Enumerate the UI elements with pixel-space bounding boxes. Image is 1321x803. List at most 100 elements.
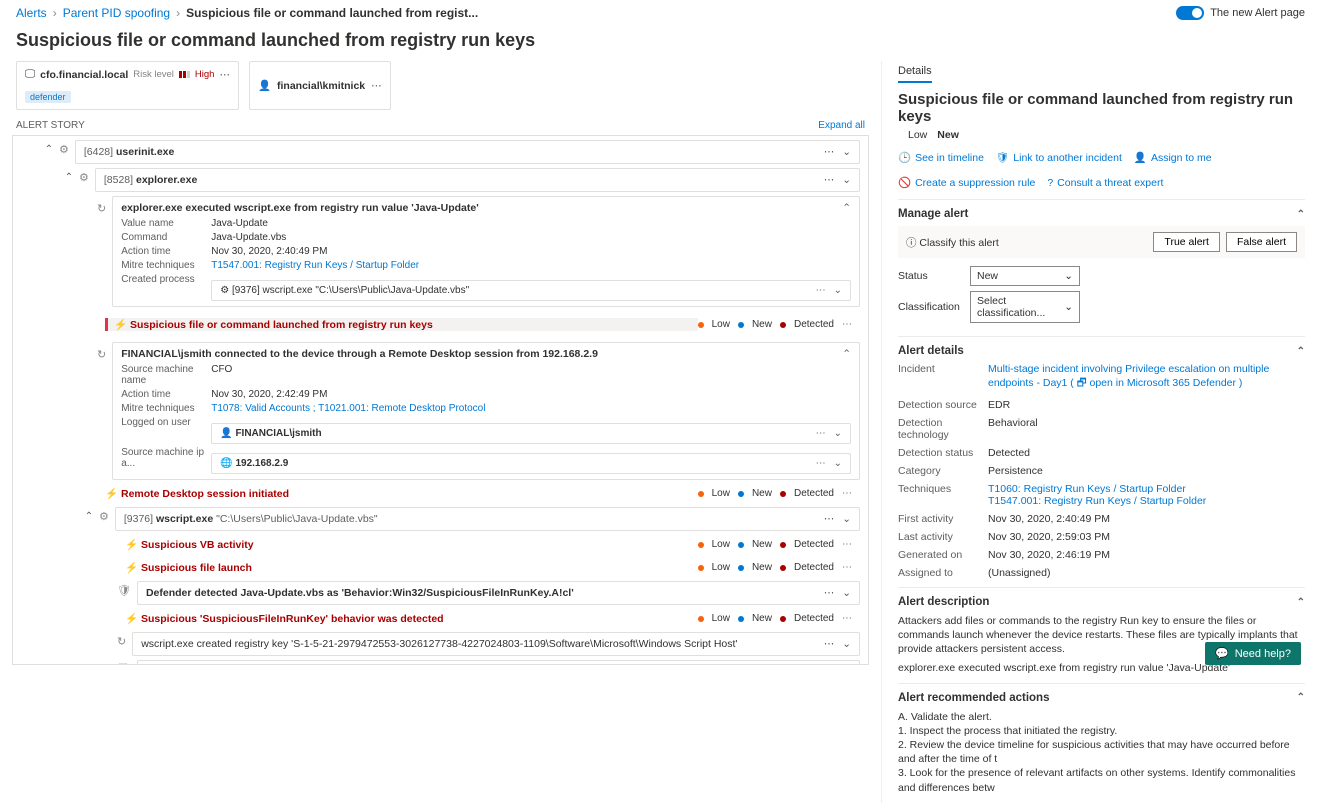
chevron-down-icon[interactable]: ⌄: [842, 513, 851, 525]
true-alert-button[interactable]: True alert: [1153, 232, 1220, 252]
more-icon[interactable]: ⋯: [824, 146, 835, 158]
more-icon[interactable]: ⋯: [219, 69, 230, 81]
chevron-up-icon[interactable]: ⌃: [1297, 346, 1305, 357]
more-icon[interactable]: ⋯: [816, 285, 826, 296]
kv-key: Command: [121, 232, 211, 243]
kv-key: Mitre techniques: [121, 403, 211, 414]
chevron-up-icon[interactable]: ⌃: [1297, 692, 1305, 703]
breadcrumb: Alerts › Parent PID spoofing › Suspiciou…: [16, 6, 478, 20]
see-in-timeline-action[interactable]: 🕒 See in timeline: [898, 151, 984, 164]
device-tag: defender: [25, 91, 71, 103]
process-node-explorer[interactable]: [8528] explorer.exe ⋯⌄: [95, 168, 860, 192]
suppression-rule-action[interactable]: 🚫 Create a suppression rule: [898, 176, 1035, 189]
more-icon[interactable]: ⋯: [816, 428, 826, 439]
section-header-details: Alert details: [898, 345, 964, 357]
kv-key: Created process: [121, 274, 211, 301]
created-process-box[interactable]: ⚙ [9376] wscript.exe "C:\Users\Public\Ja…: [211, 280, 851, 301]
chevron-up-icon[interactable]: ⌃: [63, 171, 75, 183]
kv-value: Java-Update.vbs: [211, 232, 851, 243]
rec-line: A. Validate the alert.: [898, 710, 1305, 724]
chevron-up-icon[interactable]: ⌃: [43, 143, 55, 155]
more-icon[interactable]: ⋯: [842, 488, 852, 499]
page-title: Suspicious file or command launched from…: [0, 22, 1321, 61]
more-icon[interactable]: ⋯: [824, 587, 835, 599]
event-explorer-executed[interactable]: explorer.exe executed wscript.exe from r…: [112, 196, 860, 307]
alert-row-selected[interactable]: ⚡ Suspicious file or command launched fr…: [97, 311, 860, 338]
kv-key: Mitre techniques: [121, 260, 211, 271]
classification-select[interactable]: Select classification...⌄: [970, 291, 1080, 323]
process-pid: [6428]: [84, 146, 113, 158]
chevron-down-icon[interactable]: ⌄: [834, 458, 842, 469]
alert-title: Suspicious file or command launched from…: [130, 319, 433, 331]
detected-label: Detected: [794, 319, 834, 330]
tab-details[interactable]: Details: [898, 61, 932, 83]
chevron-down-icon[interactable]: ⌄: [842, 146, 851, 158]
event-icon: ↻: [97, 202, 106, 215]
device-card[interactable]: 🖵 cfo.financial.local Risk level High ⋯ …: [16, 61, 239, 110]
alert-row[interactable]: ⚡ Suspicious VB activity Low New Detecte…: [117, 535, 860, 554]
logged-user-box[interactable]: 👤 FINANCIAL\jsmith⋯⌄: [211, 423, 851, 444]
rec-line: 1. Inspect the process that initiated th…: [898, 724, 1305, 738]
more-icon[interactable]: ⋯: [842, 539, 852, 550]
chevron-up-icon[interactable]: ⌃: [1297, 209, 1305, 220]
process-node-userinit[interactable]: [6428] userinit.exe ⋯⌄: [75, 140, 860, 164]
event-rdp-session[interactable]: FINANCIAL\jsmith connected to the device…: [112, 342, 860, 480]
breadcrumb-alerts[interactable]: Alerts: [16, 6, 47, 20]
user-card[interactable]: 👤 financial\kmitnick ⋯: [249, 61, 391, 110]
more-icon[interactable]: ⋯: [842, 613, 852, 624]
alert-row[interactable]: ⚡ Suspicious file launch Low New Detecte…: [117, 558, 860, 577]
process-args: "C:\Users\Public\Java-Update.vbs": [216, 513, 378, 525]
alert-row[interactable]: ⚡ Suspicious 'SuspiciousFileInRunKey' be…: [117, 609, 860, 628]
assign-to-me-action[interactable]: 👤 Assign to me: [1134, 151, 1212, 164]
chevron-down-icon[interactable]: ⌄: [842, 174, 851, 186]
risk-bars-icon: [179, 71, 190, 78]
more-icon[interactable]: ⋯: [824, 638, 835, 650]
expand-all-link[interactable]: Expand all: [818, 120, 865, 131]
link-incident-action[interactable]: 🛡 Link to another incident: [996, 151, 1122, 164]
chevron-up-icon[interactable]: ⌃: [842, 348, 851, 360]
consult-expert-action[interactable]: ? Consult a threat expert: [1047, 176, 1163, 189]
severity-value: Low: [908, 129, 927, 141]
more-icon[interactable]: ⋯: [816, 458, 826, 469]
source-ip-box[interactable]: 🌐 192.168.2.9⋯⌄: [211, 453, 851, 474]
more-icon[interactable]: ⋯: [824, 174, 835, 186]
technique-link[interactable]: T1060: Registry Run Keys / Startup Folde…: [988, 483, 1186, 495]
status-select[interactable]: New⌄: [970, 266, 1080, 286]
chevron-down-icon[interactable]: ⌄: [834, 428, 842, 439]
created-process-value: [9376] wscript.exe "C:\Users\Public\Java…: [232, 285, 469, 296]
process-pid: [9376]: [124, 513, 153, 525]
chevron-down-icon[interactable]: ⌄: [834, 285, 842, 296]
mitre-link[interactable]: T1078: Valid Accounts ; T1021.001: Remot…: [211, 403, 485, 414]
detail-key: First activity: [898, 513, 988, 525]
detail-key: Techniques: [898, 483, 988, 507]
alert-story-tree[interactable]: ⌃ ⚙ [6428] userinit.exe ⋯⌄ ⌃ ⚙ [8528] ex…: [12, 135, 869, 665]
new-alert-page-toggle[interactable]: [1176, 6, 1204, 20]
incident-link[interactable]: Multi-stage incident involving Privilege…: [988, 363, 1305, 393]
chevron-up-icon[interactable]: ⌃: [83, 510, 95, 522]
chevron-down-icon[interactable]: ⌄: [842, 638, 851, 650]
need-help-button[interactable]: 💬 Need help?: [1205, 642, 1301, 665]
status-label: New: [752, 562, 772, 573]
more-icon[interactable]: ⋯: [824, 513, 835, 525]
chevron-up-icon[interactable]: ⌃: [842, 202, 851, 214]
user-icon: 👤: [258, 79, 271, 92]
status-label: New: [752, 613, 772, 624]
alert-row[interactable]: ⚡ Remote Desktop session initiated Low N…: [97, 484, 860, 503]
chevron-down-icon[interactable]: ⌄: [842, 587, 851, 599]
status-value: New: [937, 129, 959, 141]
more-icon[interactable]: ⋯: [842, 319, 852, 330]
process-node-wscript[interactable]: [9376] wscript.exe "C:\Users\Public\Java…: [115, 507, 860, 531]
event-amsi[interactable]: wscript.exe launched a script inspected …: [137, 660, 860, 665]
more-icon[interactable]: ⋯: [842, 562, 852, 573]
event-registry-key[interactable]: wscript.exe created registry key 'S-1-5-…: [132, 632, 860, 656]
technique-link[interactable]: T1547.001: Registry Run Keys / Startup F…: [988, 495, 1206, 507]
mitre-link[interactable]: T1547.001: Registry Run Keys / Startup F…: [211, 260, 419, 271]
chevron-up-icon[interactable]: ⌃: [1297, 597, 1305, 608]
false-alert-button[interactable]: False alert: [1226, 232, 1297, 252]
breadcrumb-parent[interactable]: Parent PID spoofing: [63, 6, 170, 20]
alert-story-label: ALERT STORY: [16, 120, 85, 131]
detail-value: Nov 30, 2020, 2:40:49 PM: [988, 513, 1305, 525]
event-defender-detected[interactable]: Defender detected Java-Update.vbs as 'Be…: [137, 581, 860, 605]
status-label: New: [752, 319, 772, 330]
more-icon[interactable]: ⋯: [371, 80, 382, 92]
